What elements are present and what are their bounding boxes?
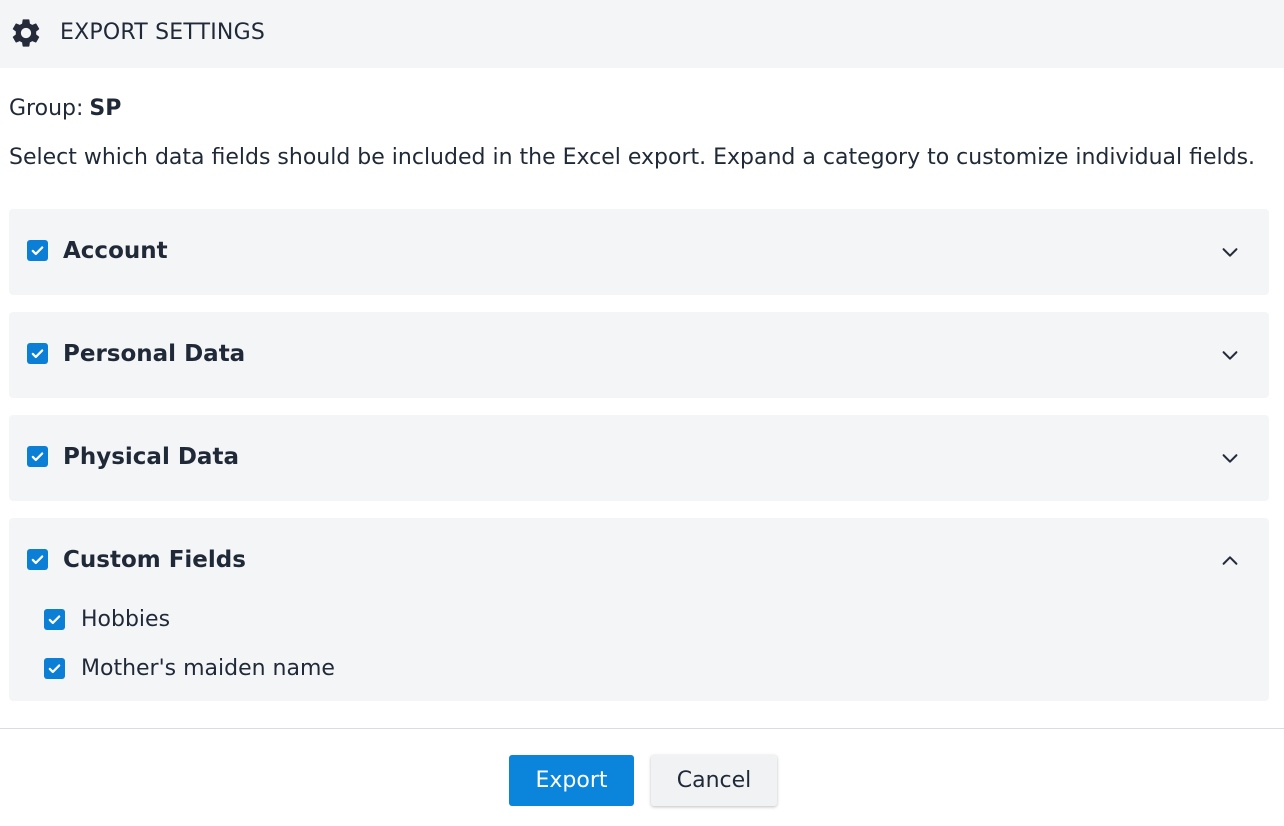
group-info: Group: SP (9, 96, 121, 121)
description-text: Select which data fields should be inclu… (9, 145, 1256, 170)
dialog-title: EXPORT SETTINGS (60, 20, 265, 45)
checkmark-icon (48, 615, 61, 625)
checkmark-icon (31, 349, 44, 359)
category-header-physical-data[interactable]: Physical Data (9, 415, 1269, 501)
category-checkbox-custom-fields[interactable] (27, 549, 48, 570)
chevron-down-icon[interactable] (1219, 447, 1241, 469)
cancel-button[interactable]: Cancel (651, 755, 777, 806)
field-item-hobbies[interactable]: Hobbies (9, 605, 509, 635)
field-item-mothers-maiden-name[interactable]: Mother's maiden name (9, 654, 509, 684)
dialog-header: EXPORT SETTINGS (0, 0, 1284, 68)
category-checkbox-personal-data[interactable] (27, 343, 48, 364)
category-header-personal-data[interactable]: Personal Data (9, 312, 1269, 398)
category-checkbox-physical-data[interactable] (27, 446, 48, 467)
category-header-custom-fields[interactable]: Custom Fields (9, 518, 1269, 604)
chevron-down-icon[interactable] (1219, 344, 1241, 366)
field-checkbox-hobbies[interactable] (44, 609, 65, 630)
checkmark-icon (31, 246, 44, 256)
group-label: Group: (9, 96, 84, 121)
group-value: SP (89, 96, 122, 121)
checkmark-icon (48, 664, 61, 674)
category-label-physical-data: Physical Data (63, 444, 239, 470)
chevron-down-icon[interactable] (1219, 241, 1241, 263)
category-label-custom-fields: Custom Fields (63, 547, 246, 573)
category-panel-physical-data: Physical Data (9, 415, 1269, 501)
category-panel-custom-fields: Custom Fields Hobbies Mother's maiden na… (9, 518, 1269, 701)
field-label-hobbies: Hobbies (81, 607, 171, 632)
category-panel-account: Account (9, 209, 1269, 295)
category-label-account: Account (63, 238, 168, 264)
checkmark-icon (31, 555, 44, 565)
category-panel-personal-data: Personal Data (9, 312, 1269, 398)
export-button[interactable]: Export (509, 755, 634, 806)
gear-icon (12, 19, 40, 47)
checkmark-icon (31, 452, 44, 462)
footer-divider (0, 728, 1284, 729)
chevron-up-icon[interactable] (1219, 550, 1241, 572)
category-label-personal-data: Personal Data (63, 341, 246, 367)
category-checkbox-account[interactable] (27, 240, 48, 261)
category-header-account[interactable]: Account (9, 209, 1269, 295)
field-label-mothers-maiden-name: Mother's maiden name (81, 656, 335, 681)
field-checkbox-mothers-maiden-name[interactable] (44, 658, 65, 679)
